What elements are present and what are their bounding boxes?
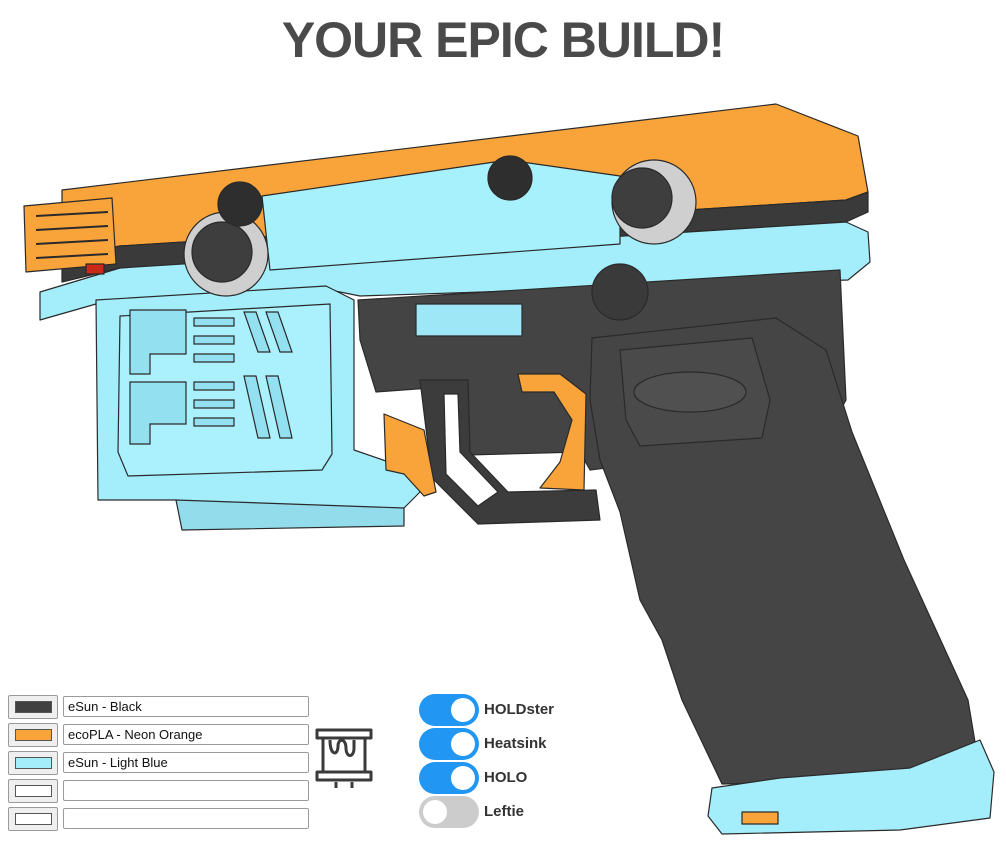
toggle-knob [451, 698, 475, 722]
toggle-knob [451, 732, 475, 756]
leftie-toggle[interactable] [419, 796, 479, 828]
heatsink-toggle[interactable] [419, 728, 479, 760]
color-picker-button[interactable] [8, 695, 58, 719]
color-picker-button[interactable] [8, 751, 58, 775]
heatsink-label: Heatsink [484, 735, 547, 752]
filament-name-field[interactable]: eSun - Black [63, 696, 309, 717]
filament-name-field[interactable] [63, 808, 309, 829]
color-swatch [15, 757, 52, 769]
color-swatch [15, 813, 52, 825]
toggle-knob [423, 800, 447, 824]
holdster-toggle[interactable] [419, 694, 479, 726]
color-swatch [15, 701, 52, 713]
color-swatch [15, 729, 52, 741]
color-picker-button[interactable] [8, 779, 58, 803]
color-picker-button[interactable] [8, 807, 58, 831]
holdster-label: HOLDster [484, 701, 555, 718]
holo-label: HOLO [484, 769, 528, 786]
holo-toggle[interactable] [419, 762, 479, 794]
leftie-label: Leftie [484, 803, 525, 820]
filament-name-field[interactable]: eSun - Light Blue [63, 752, 309, 773]
filament-spool-icon[interactable] [314, 726, 374, 790]
filament-name-field[interactable]: ecoPLA - Neon Orange [63, 724, 309, 745]
blaster-render [23, 103, 995, 835]
filament-name-field[interactable] [63, 780, 309, 801]
color-picker-button[interactable] [8, 723, 58, 747]
toggle-knob [451, 766, 475, 790]
color-swatch [15, 785, 52, 797]
